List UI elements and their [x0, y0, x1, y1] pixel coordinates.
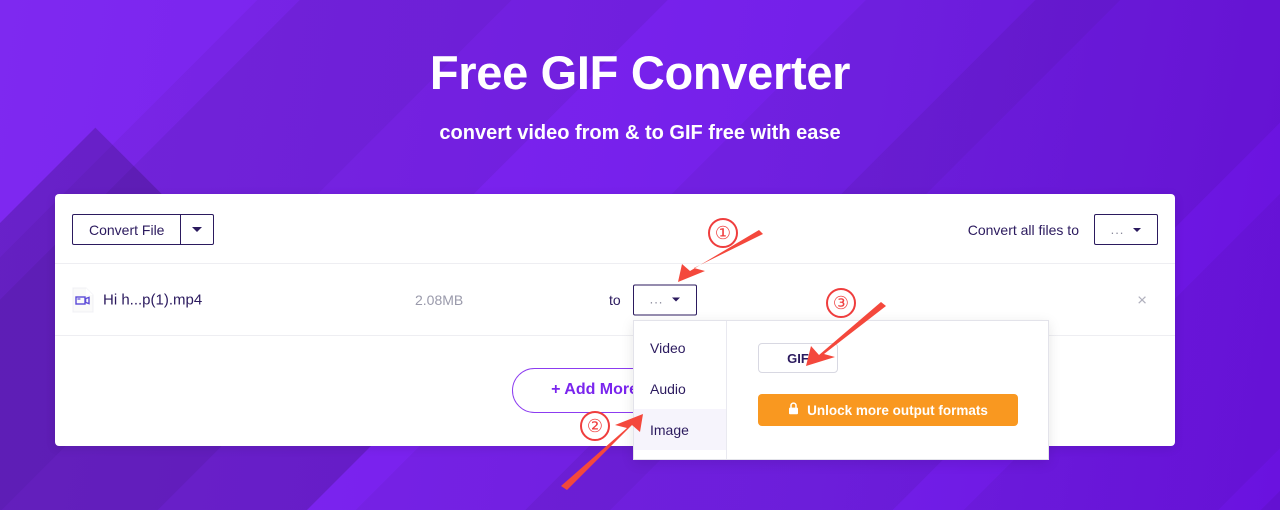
format-category-audio[interactable]: Audio — [634, 368, 726, 409]
convert-file-button[interactable]: Convert File — [73, 215, 180, 244]
lock-icon — [788, 402, 799, 418]
video-file-icon — [72, 287, 94, 313]
page-subtitle: convert video from & to GIF free with ea… — [439, 122, 841, 145]
format-category-video[interactable]: Video — [634, 327, 726, 368]
unlock-more-formats-label: Unlock more output formats — [807, 402, 988, 418]
convert-all-format-value: ... — [1110, 221, 1125, 237]
format-option-gif[interactable]: GIF — [758, 343, 838, 373]
page-title: Free GIF Converter — [429, 46, 851, 99]
format-dropdown-panel: Video Audio Image GIF Unlock more output… — [633, 320, 1049, 460]
format-category-list: Video Audio Image — [634, 321, 727, 459]
convert-all-format-select[interactable]: ... — [1094, 214, 1158, 245]
file-size: 2.08MB — [415, 291, 464, 308]
annotation-marker-3: ③ — [826, 288, 856, 318]
chevron-down-icon — [1133, 227, 1142, 232]
format-option-list: GIF Unlock more output formats — [727, 321, 1048, 459]
to-label: to — [609, 291, 621, 308]
annotation-marker-1: ① — [708, 218, 738, 248]
unlock-more-formats-button[interactable]: Unlock more output formats — [758, 394, 1018, 426]
chevron-down-icon — [192, 227, 203, 232]
file-name: Hi h...p(1).mp4 — [103, 291, 203, 308]
format-category-image[interactable]: Image — [634, 409, 726, 450]
target-format-select[interactable]: ... — [633, 284, 697, 315]
convert-file-button-group[interactable]: Convert File — [72, 214, 215, 245]
chevron-down-icon — [672, 297, 681, 302]
convert-file-dropdown-toggle[interactable] — [180, 215, 213, 244]
annotation-marker-2: ② — [580, 411, 610, 441]
hero-section: Free GIF Converter convert video from & … — [0, 0, 1280, 145]
convert-all-files-group: Convert all files to ... — [968, 214, 1158, 245]
card-toolbar: Convert File Convert all files to ... — [55, 194, 1175, 264]
convert-all-label: Convert all files to — [967, 221, 1079, 238]
page-root: Free GIF Converter convert video from & … — [0, 0, 1280, 510]
remove-file-button[interactable]: × — [1137, 291, 1147, 308]
target-format-value: ... — [649, 291, 664, 307]
